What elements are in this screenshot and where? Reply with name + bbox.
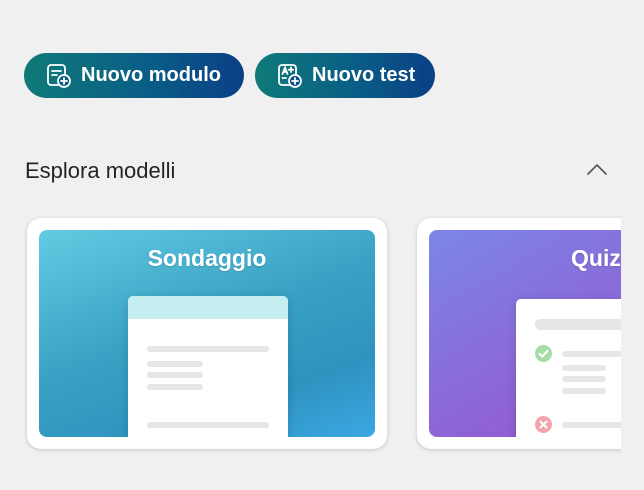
new-quiz-button[interactable]: Nuovo test: [255, 53, 435, 98]
form-add-icon: [46, 63, 72, 89]
template-card-quiz[interactable]: Quiz: [417, 218, 621, 449]
new-form-label: Nuovo modulo: [81, 64, 221, 86]
wrong-answer-icon: [535, 416, 552, 433]
card-title-survey: Sondaggio: [147, 245, 267, 271]
new-quiz-label: Nuovo test: [312, 64, 416, 86]
chevron-up-icon: [585, 164, 609, 184]
quiz-form-preview: [516, 299, 621, 437]
card-title-quiz: Quiz: [571, 245, 621, 271]
new-form-button[interactable]: Nuovo modulo: [24, 53, 244, 98]
quiz-add-icon: [277, 63, 303, 89]
survey-form-preview: [128, 296, 288, 437]
template-carousel: Sondaggio Quiz: [0, 210, 621, 460]
correct-answer-icon: [535, 345, 552, 362]
section-title: Esplora modelli: [25, 158, 176, 183]
collapse-button[interactable]: [585, 160, 609, 180]
survey-illustration: Sondaggio: [39, 230, 375, 437]
quiz-illustration: Quiz: [429, 230, 621, 437]
template-card-survey[interactable]: Sondaggio: [27, 218, 387, 449]
